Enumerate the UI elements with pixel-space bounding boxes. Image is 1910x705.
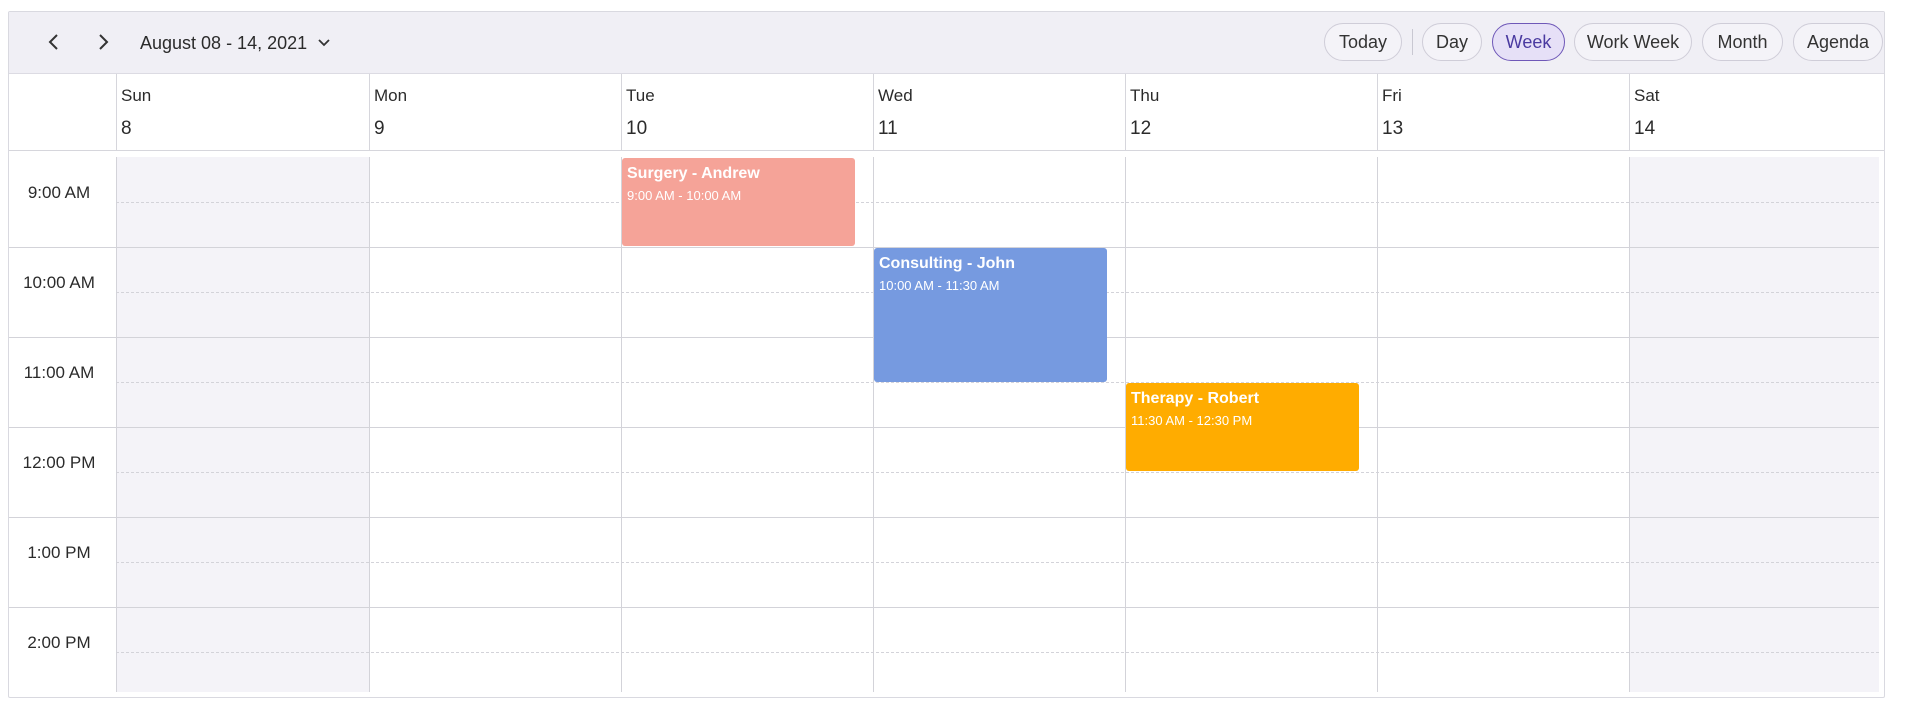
weekend-column-sun xyxy=(116,157,369,692)
hour-line xyxy=(9,607,1879,608)
weekend-column-sat xyxy=(1629,157,1879,692)
view-agenda-button[interactable]: Agenda xyxy=(1793,23,1883,61)
day-name: Sun xyxy=(121,86,152,105)
view-day-button[interactable]: Day xyxy=(1422,23,1482,61)
chevron-right-icon xyxy=(99,34,109,50)
today-button[interactable]: Today xyxy=(1324,23,1402,61)
scheduler-toolbar: August 08 - 14, 2021 Today Day Week Work… xyxy=(9,12,1884,74)
day-header-fri[interactable]: Fri 13 xyxy=(1377,74,1629,150)
time-label: 2:00 PM xyxy=(27,633,91,652)
day-header-row: Sun 8 Mon 9 Tue 10 Wed 11 Thu 12 Fri 13 … xyxy=(9,74,1884,151)
event-surgery-andrew[interactable]: Surgery - Andrew 9:00 AM - 10:00 AM xyxy=(622,158,855,246)
chevron-left-icon xyxy=(48,34,58,50)
column-divider xyxy=(1377,157,1378,692)
date-range-picker[interactable]: August 08 - 14, 2021 xyxy=(140,30,331,56)
event-time: 9:00 AM - 10:00 AM xyxy=(627,188,742,203)
time-label: 9:00 AM xyxy=(27,183,91,202)
day-number: 10 xyxy=(626,118,648,139)
column-divider xyxy=(1629,157,1630,692)
day-number: 11 xyxy=(878,118,898,139)
previous-button[interactable] xyxy=(40,28,68,56)
event-title: Therapy - Robert xyxy=(1131,390,1260,407)
column-divider xyxy=(873,157,874,692)
day-header-sun[interactable]: Sun 8 xyxy=(116,74,369,150)
day-name: Mon xyxy=(374,86,408,105)
toolbar-divider xyxy=(1412,29,1413,55)
day-header-wed[interactable]: Wed 11 xyxy=(873,74,1125,150)
day-name: Sat xyxy=(1634,86,1660,105)
view-week-button[interactable]: Week xyxy=(1492,23,1565,61)
time-label: 11:00 AM xyxy=(23,363,95,382)
event-title: Surgery - Andrew xyxy=(627,165,760,182)
half-hour-line xyxy=(116,382,1879,383)
day-name: Tue xyxy=(626,86,655,105)
day-name: Fri xyxy=(1382,86,1402,105)
day-header-mon[interactable]: Mon 9 xyxy=(369,74,621,150)
day-header-sat[interactable]: Sat 14 xyxy=(1629,74,1884,150)
hour-line xyxy=(9,427,1879,428)
next-button[interactable] xyxy=(89,28,117,56)
event-consulting-john[interactable]: Consulting - John 10:00 AM - 11:30 AM xyxy=(874,248,1107,382)
event-title: Consulting - John xyxy=(879,255,1015,272)
hour-line xyxy=(9,517,1879,518)
day-number: 12 xyxy=(1130,118,1152,139)
half-hour-line xyxy=(116,472,1879,473)
time-label: 12:00 PM xyxy=(22,453,96,472)
day-number: 13 xyxy=(1382,118,1404,139)
time-label: 10:00 AM xyxy=(23,273,95,292)
time-label: 1:00 PM xyxy=(27,543,91,562)
half-hour-line xyxy=(116,652,1879,653)
day-number: 9 xyxy=(374,118,385,139)
time-grid[interactable]: 9:00 AM 10:00 AM 11:00 AM 12:00 PM 1:00 … xyxy=(9,157,1879,692)
date-range-label: August 08 - 14, 2021 xyxy=(140,32,308,53)
view-month-button[interactable]: Month xyxy=(1702,23,1783,61)
chevron-down-icon xyxy=(318,39,330,47)
event-therapy-robert[interactable]: Therapy - Robert 11:30 AM - 12:30 PM xyxy=(1126,383,1359,471)
column-divider xyxy=(369,157,370,692)
view-work-week-button[interactable]: Work Week xyxy=(1574,23,1692,61)
column-divider xyxy=(116,157,117,692)
event-time: 11:30 AM - 12:30 PM xyxy=(1131,413,1253,428)
day-number: 8 xyxy=(121,118,132,139)
half-hour-line xyxy=(116,202,1879,203)
day-name: Wed xyxy=(878,86,913,105)
scheduler: August 08 - 14, 2021 Today Day Week Work… xyxy=(8,11,1885,698)
day-name: Thu xyxy=(1130,86,1160,105)
vertical-scrollbar[interactable] xyxy=(1883,157,1884,693)
event-time: 10:00 AM - 11:30 AM xyxy=(879,278,1000,293)
day-header-tue[interactable]: Tue 10 xyxy=(621,74,873,150)
day-number: 14 xyxy=(1634,118,1656,139)
day-header-thu[interactable]: Thu 12 xyxy=(1125,74,1377,150)
half-hour-line xyxy=(116,562,1879,563)
